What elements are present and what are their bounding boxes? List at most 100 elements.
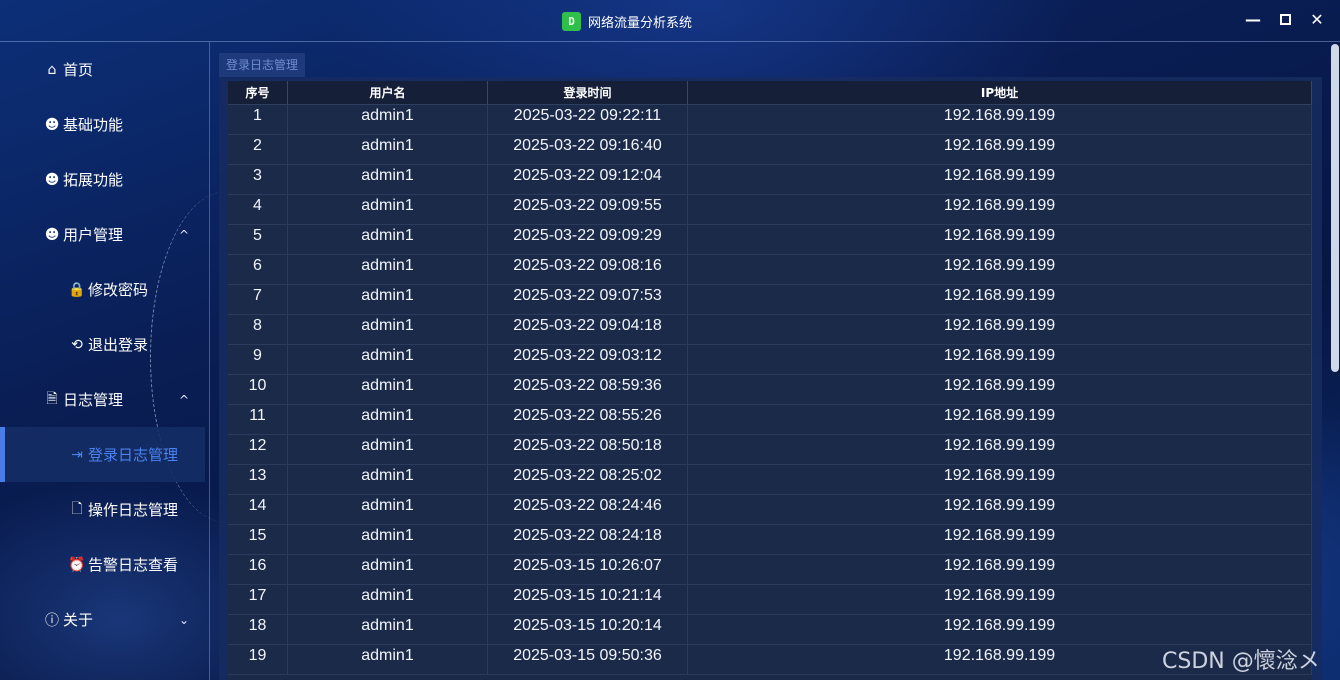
sidebar: ⌂ 首页 ☻ 基础功能 ☻ 拓展功能 ☻ 用户管理 ^ 🔒 修改密码 ⟲ 退出登录 🗎 日志管理 ^ ⇥ 登录日志…	[0, 42, 210, 680]
sidebar-item-2[interactable]: ☻ 拓展功能	[0, 152, 205, 207]
table-row[interactable]: 12 admin1 2025-03-22 08:50:18 192.168.99.19…	[228, 435, 1312, 465]
logout-icon: ⟲	[71, 336, 83, 353]
chevron-up-icon[interactable]: ^	[179, 393, 189, 407]
cell-index: 10	[228, 375, 288, 404]
cell-username: admin1	[288, 345, 488, 374]
cell-username: admin1	[288, 645, 488, 674]
cell-index: 5	[228, 225, 288, 254]
table-row[interactable]: 1 admin1 2025-03-22 09:22:11 192.168.99.199	[228, 105, 1312, 135]
cell-username: admin1	[288, 195, 488, 224]
cell-username: admin1	[288, 405, 488, 434]
sidebar-item-6[interactable]: 🗎 日志管理 ^	[0, 372, 205, 427]
table-row[interactable]: 5 admin1 2025-03-22 09:09:29 192.168.99.199	[228, 225, 1312, 255]
column-header-login-time[interactable]: 登录时间	[488, 81, 688, 104]
table-row[interactable]: 9 admin1 2025-03-22 09:03:12 192.168.99.199	[228, 345, 1312, 375]
cell-login-time: 2025-03-22 08:24:18	[488, 525, 688, 554]
table-row[interactable]: 10 admin1 2025-03-22 08:59:36 192.168.99.19…	[228, 375, 1312, 405]
chevron-down-icon[interactable]: ⌄	[179, 613, 189, 627]
tab-login-log[interactable]: 登录日志管理	[219, 53, 305, 77]
cell-index: 16	[228, 555, 288, 584]
cell-username: admin1	[288, 165, 488, 194]
cell-ip: 192.168.99.199	[688, 405, 1312, 434]
table-row[interactable]: 19 admin1 2025-03-15 09:50:36 192.168.99.19…	[228, 645, 1312, 675]
sidebar-item-label: 退出登录	[88, 336, 149, 354]
cell-index: 12	[228, 435, 288, 464]
cell-username: admin1	[288, 105, 488, 134]
info-icon: ⓘ	[45, 612, 59, 629]
cell-ip: 192.168.99.199	[688, 495, 1312, 524]
table-row[interactable]: 15 admin1 2025-03-22 08:24:18 192.168.99.19…	[228, 525, 1312, 555]
cell-ip: 192.168.99.199	[688, 285, 1312, 314]
sidebar-item-7[interactable]: ⇥ 登录日志管理	[0, 427, 205, 482]
cell-login-time: 2025-03-22 09:16:40	[488, 135, 688, 164]
cell-login-time: 2025-03-22 09:08:16	[488, 255, 688, 284]
table-row[interactable]: 7 admin1 2025-03-22 09:07:53 192.168.99.199	[228, 285, 1312, 315]
cell-username: admin1	[288, 585, 488, 614]
table-row[interactable]: 16 admin1 2025-03-15 10:26:07 192.168.99.19…	[228, 555, 1312, 585]
table-row[interactable]: 14 admin1 2025-03-22 08:24:46 192.168.99.19…	[228, 495, 1312, 525]
table-row[interactable]: 11 admin1 2025-03-22 08:55:26 192.168.99.19…	[228, 405, 1312, 435]
cell-index: 3	[228, 165, 288, 194]
minimize-icon[interactable]: —	[1242, 8, 1264, 32]
sidebar-item-5[interactable]: ⟲ 退出登录	[0, 317, 205, 372]
table-row[interactable]: 4 admin1 2025-03-22 09:09:55 192.168.99.199	[228, 195, 1312, 225]
sidebar-item-8[interactable]: 🗋 操作日志管理	[0, 482, 205, 537]
sidebar-item-1[interactable]: ☻ 基础功能	[0, 97, 205, 152]
cell-index: 19	[228, 645, 288, 674]
table-row[interactable]: 6 admin1 2025-03-22 09:08:16 192.168.99.199	[228, 255, 1312, 285]
cell-username: admin1	[288, 615, 488, 644]
login-log-table: 序号 用户名 登录时间 IP地址 1 admin1 2025-03-22 09:22…	[228, 81, 1312, 680]
sidebar-item-label: 日志管理	[63, 391, 124, 409]
login-log-icon: ⇥	[71, 446, 83, 463]
cell-login-time: 2025-03-22 08:24:46	[488, 495, 688, 524]
maximize-icon[interactable]	[1274, 8, 1296, 32]
cell-ip: 192.168.99.199	[688, 585, 1312, 614]
table-row[interactable]: 2 admin1 2025-03-22 09:16:40 192.168.99.199	[228, 135, 1312, 165]
cell-login-time: 2025-03-22 08:55:26	[488, 405, 688, 434]
sidebar-item-label: 操作日志管理	[88, 501, 179, 519]
cell-ip: 192.168.99.199	[688, 435, 1312, 464]
table-row[interactable]: 18 admin1 2025-03-15 10:20:14 192.168.99.19…	[228, 615, 1312, 645]
cell-ip: 192.168.99.199	[688, 315, 1312, 344]
cell-ip: 192.168.99.199	[688, 195, 1312, 224]
cell-ip: 192.168.99.199	[688, 255, 1312, 284]
column-header-ip[interactable]: IP地址	[688, 81, 1312, 104]
table-row[interactable]: 17 admin1 2025-03-15 10:21:14 192.168.99.19…	[228, 585, 1312, 615]
scrollbar-thumb[interactable]	[1331, 44, 1339, 372]
cell-username: admin1	[288, 375, 488, 404]
chevron-up-icon[interactable]: ^	[179, 228, 189, 242]
cell-login-time: 2025-03-22 09:12:04	[488, 165, 688, 194]
table-row[interactable]: 8 admin1 2025-03-22 09:04:18 192.168.99.199	[228, 315, 1312, 345]
cell-index: 1	[228, 105, 288, 134]
column-header-index[interactable]: 序号	[228, 81, 288, 104]
sidebar-item-3[interactable]: ☻ 用户管理 ^	[0, 207, 205, 262]
window-title: 网络流量分析系统	[588, 15, 693, 31]
column-header-username[interactable]: 用户名	[288, 81, 488, 104]
sidebar-item-10[interactable]: ⓘ 关于 ⌄	[0, 592, 205, 647]
cell-index: 14	[228, 495, 288, 524]
cell-index: 13	[228, 465, 288, 494]
sidebar-item-label: 登录日志管理	[88, 446, 179, 464]
sidebar-item-4[interactable]: 🔒 修改密码	[0, 262, 205, 317]
table-header: 序号 用户名 登录时间 IP地址	[228, 81, 1312, 105]
cell-login-time: 2025-03-15 10:20:14	[488, 615, 688, 644]
close-icon[interactable]: ✕	[1306, 8, 1328, 32]
cell-ip: 192.168.99.199	[688, 225, 1312, 254]
cell-username: admin1	[288, 465, 488, 494]
cell-index: 8	[228, 315, 288, 344]
cell-ip: 192.168.99.199	[688, 465, 1312, 494]
cell-username: admin1	[288, 285, 488, 314]
cell-login-time: 2025-03-22 09:04:18	[488, 315, 688, 344]
sidebar-item-label: 首页	[63, 61, 94, 79]
cell-username: admin1	[288, 435, 488, 464]
table-row[interactable]: 3 admin1 2025-03-22 09:12:04 192.168.99.199	[228, 165, 1312, 195]
sidebar-item-9[interactable]: ⏰ 告警日志查看	[0, 537, 205, 592]
table-row[interactable]: 13 admin1 2025-03-22 08:25:02 192.168.99.19…	[228, 465, 1312, 495]
cell-index: 6	[228, 255, 288, 284]
cell-username: admin1	[288, 525, 488, 554]
cell-username: admin1	[288, 495, 488, 524]
home-icon: ⌂	[47, 61, 57, 78]
cell-ip: 192.168.99.199	[688, 165, 1312, 194]
sidebar-item-0[interactable]: ⌂ 首页	[0, 42, 205, 97]
sidebar-item-label: 修改密码	[88, 281, 149, 299]
